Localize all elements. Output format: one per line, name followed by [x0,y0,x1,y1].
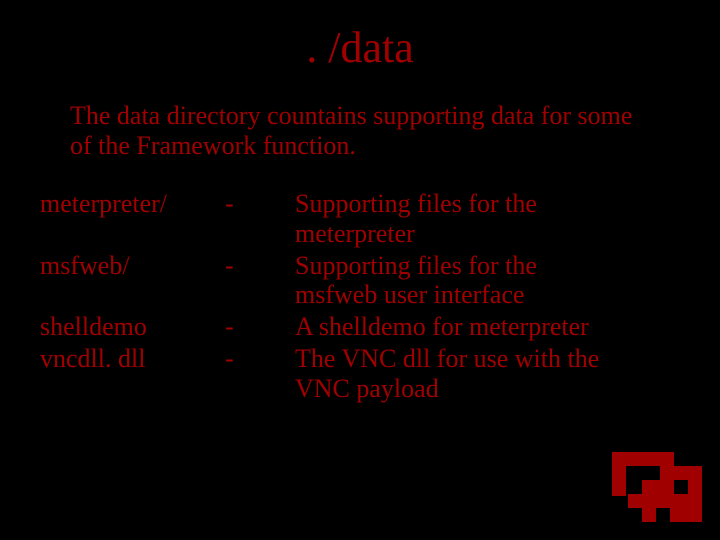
item-desc: Supporting files for the meterpreter [295,189,615,249]
item-dash: - [225,189,295,219]
logo-icon [612,452,702,522]
item-name: shelldemo [40,312,225,342]
item-dash: - [225,344,295,374]
file-listing: meterpreter/ - Supporting files for the … [40,189,680,404]
page-title: . /data [0,0,720,83]
intro-text: The data directory countains supporting … [70,101,660,161]
item-desc: Supporting files for the msfweb user int… [295,251,615,311]
slide: . /data The data directory countains sup… [0,0,720,540]
table-row: meterpreter/ - Supporting files for the … [40,189,680,249]
item-name: meterpreter/ [40,189,225,219]
item-dash: - [225,312,295,342]
table-row: vncdll. dll - The VNC dll for use with t… [40,344,680,404]
item-desc: The VNC dll for use with the VNC payload [295,344,615,404]
item-desc: A shelldemo for meterpreter [295,312,589,342]
table-row: msfweb/ - Supporting files for the msfwe… [40,251,680,311]
table-row: shelldemo - A shelldemo for meterpreter [40,312,680,342]
item-dash: - [225,251,295,281]
item-name: vncdll. dll [40,344,225,374]
item-name: msfweb/ [40,251,225,281]
